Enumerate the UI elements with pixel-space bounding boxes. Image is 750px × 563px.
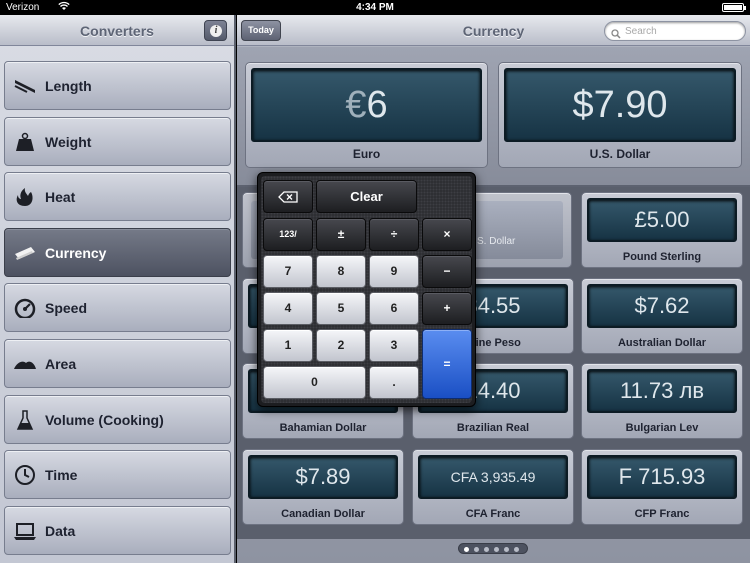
multiply-button[interactable]: × <box>422 218 472 251</box>
sidebar-title: Converters <box>80 23 154 39</box>
battery-icon <box>722 3 746 12</box>
currency-tile-cfp-franc[interactable]: F 715.93 CFP Franc <box>581 449 743 525</box>
key-3[interactable]: 3 <box>369 329 419 362</box>
tile-value: £5.00 <box>587 198 737 242</box>
source-value-display: €6 <box>251 68 482 142</box>
tile-name: Australian Dollar <box>617 337 707 349</box>
page-dot <box>504 547 509 552</box>
sidebar-item-speed[interactable]: Speed <box>4 283 231 332</box>
tile-value: F 715.93 <box>587 455 737 499</box>
source-currency-tile[interactable]: €6 Euro <box>245 62 488 168</box>
page-dot <box>474 547 479 552</box>
source-currency-name: Euro <box>352 147 381 161</box>
main-header: Today Currency <box>237 15 750 46</box>
tile-name: CFA Franc <box>465 508 521 520</box>
currency-tile-pound-sterling[interactable]: £5.00 Pound Sterling <box>581 192 743 268</box>
sidebar-item-label: Speed <box>45 300 88 316</box>
tile-name: Canadian Dollar <box>281 508 365 520</box>
sidebar-item-label: Area <box>45 356 77 372</box>
tile-value: 11.73 лв <box>587 369 737 413</box>
page-dot-active <box>464 547 469 552</box>
key-5[interactable]: 5 <box>316 292 366 325</box>
key-6[interactable]: 6 <box>369 292 419 325</box>
sidebar-item-label: Currency <box>45 245 107 261</box>
divide-button[interactable]: ÷ <box>369 218 419 251</box>
info-button[interactable]: i <box>204 20 227 41</box>
sidebar-item-label: Weight <box>45 134 92 150</box>
laptop-icon <box>13 521 37 541</box>
key-7[interactable]: 7 <box>263 255 313 288</box>
page-indicator[interactable] <box>458 543 528 554</box>
sidebar-item-heat[interactable]: Heat <box>4 172 231 221</box>
currency-symbol: € <box>345 84 367 126</box>
tile-name: Bulgarian Lev <box>625 422 699 434</box>
tile-value: $7.62 <box>587 284 737 328</box>
flame-icon <box>13 187 37 207</box>
equals-button[interactable]: = <box>422 329 472 399</box>
tile-name: Bahamian Dollar <box>279 422 367 434</box>
backspace-button[interactable] <box>263 180 313 213</box>
info-icon: i <box>210 25 222 37</box>
conversion-pair: €6 Euro $7.90 U.S. Dollar <box>237 47 750 187</box>
calculator-keypad: Clear 123/ ± ÷ × 7 8 9 − 4 5 6 + 1 2 3 =… <box>257 172 476 407</box>
sidebar: Converters i Length Weight Heat Currency… <box>0 15 236 563</box>
backspace-icon <box>264 181 312 215</box>
sidebar-header: Converters i <box>0 15 234 46</box>
sidebar-item-label: Data <box>45 523 76 539</box>
sidebar-item-weight[interactable]: Weight <box>4 117 231 166</box>
sidebar-item-label: Volume (Cooking) <box>45 412 164 428</box>
page-dot <box>494 547 499 552</box>
page-dot <box>514 547 519 552</box>
key-2[interactable]: 2 <box>316 329 366 362</box>
tile-name: Pound Sterling <box>622 251 702 263</box>
target-currency-name: U.S. Dollar <box>589 147 651 161</box>
source-value: 6 <box>366 84 388 126</box>
banknote-icon <box>13 243 37 263</box>
mode-toggle-button[interactable]: 123/ <box>263 218 313 251</box>
plus-button[interactable]: + <box>422 292 472 325</box>
target-value-display: $7.90 <box>504 68 736 142</box>
currency-tile-australian-dollar[interactable]: $7.62 Australian Dollar <box>581 278 743 354</box>
sidebar-item-area[interactable]: Area <box>4 339 231 388</box>
currency-tile-bulgarian-lev[interactable]: 11.73 лв Bulgarian Lev <box>581 363 743 439</box>
search-input[interactable] <box>625 24 740 38</box>
currency-tile-cfa-franc[interactable]: CFA 3,935.49 CFA Franc <box>412 449 574 525</box>
sidebar-item-currency[interactable]: Currency <box>4 228 231 277</box>
status-bar: Verizon 4:34 PM <box>0 0 750 15</box>
decimal-button[interactable]: . <box>369 366 419 399</box>
page-dot <box>484 547 489 552</box>
plus-minus-button[interactable]: ± <box>316 218 366 251</box>
clock-icon <box>13 465 37 485</box>
sidebar-item-time[interactable]: Time <box>4 450 231 499</box>
tile-name: CFP Franc <box>634 508 690 520</box>
key-0[interactable]: 0 <box>263 366 366 399</box>
tile-partial-label: S. Dollar <box>477 236 516 247</box>
sidebar-item-label: Time <box>45 467 78 483</box>
tile-value: $7.89 <box>248 455 398 499</box>
sidebar-item-label: Length <box>45 78 92 94</box>
sidebar-item-length[interactable]: Length <box>4 61 231 110</box>
key-4[interactable]: 4 <box>263 292 313 325</box>
key-9[interactable]: 9 <box>369 255 419 288</box>
key-8[interactable]: 8 <box>316 255 366 288</box>
speedometer-icon <box>13 298 37 318</box>
weight-icon <box>13 132 37 152</box>
sidebar-item-label: Heat <box>45 189 76 205</box>
sidebar-item-volume-cooking[interactable]: Volume (Cooking) <box>4 395 231 444</box>
area-icon <box>13 354 37 374</box>
ruler-icon <box>13 76 37 96</box>
clear-button[interactable]: Clear <box>316 180 417 213</box>
beaker-icon <box>13 410 37 430</box>
target-currency-tile[interactable]: $7.90 U.S. Dollar <box>498 62 742 168</box>
tile-name: Brazilian Real <box>456 422 530 434</box>
search-icon <box>611 26 621 39</box>
tile-value: CFA 3,935.49 <box>418 455 568 499</box>
key-1[interactable]: 1 <box>263 329 313 362</box>
sidebar-item-data[interactable]: Data <box>4 506 231 555</box>
clock-time: 4:34 PM <box>356 2 394 13</box>
currency-tile-canadian-dollar[interactable]: $7.89 Canadian Dollar <box>242 449 404 525</box>
search-box[interactable] <box>604 21 746 41</box>
minus-button[interactable]: − <box>422 255 472 288</box>
